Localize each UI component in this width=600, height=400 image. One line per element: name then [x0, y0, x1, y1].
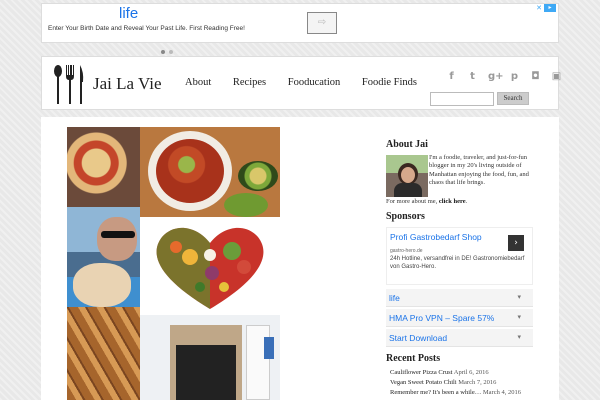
chevron-down-icon[interactable]: ▾ [517, 289, 521, 307]
recent-post-item[interactable]: Cauliflower Pizza Crust April 6, 2016 [390, 369, 489, 376]
main-nav: About Recipes Fooducation Foodie Finds [185, 77, 436, 88]
main-content: About Jai I'm a foodie, traveler, and ju… [41, 117, 559, 400]
site-header: Jai La Vie About Recipes Fooducation Foo… [41, 56, 561, 110]
ad-link-label[interactable]: HMA Pro VPN – Spare 57% [389, 313, 494, 323]
author-avatar[interactable] [386, 155, 428, 197]
social-links: f t g+ p ◘ ▣ [446, 66, 568, 84]
recent-post-title[interactable]: Cauliflower Pizza Crust [390, 369, 452, 376]
utensils-logo-icon[interactable] [52, 62, 88, 106]
sponsors-heading: Sponsors [386, 211, 425, 222]
recent-post-date: March 7, 2016 [458, 379, 497, 386]
facebook-icon[interactable]: f [446, 71, 457, 82]
about-heading: About Jai [386, 139, 428, 150]
recent-posts-heading: Recent Posts [386, 353, 441, 364]
about-text: I'm a foodie, traveler, and just-for-fun… [429, 154, 529, 187]
ad-link-row[interactable]: Start Download ▾ [386, 329, 533, 347]
sponsor-ad-go-icon[interactable]: › [508, 235, 524, 251]
about-more-prefix: For more about me, [386, 198, 439, 205]
nav-item-fooducation[interactable]: Fooducation [288, 77, 341, 88]
bread-photo[interactable] [67, 307, 140, 400]
ad-pager-dot-active[interactable] [161, 50, 165, 54]
recent-post-title[interactable]: Vegan Sweet Potato Chili [390, 379, 457, 386]
twitter-icon[interactable]: t [467, 71, 478, 82]
ad-arrow-button[interactable]: ⇨ [307, 12, 337, 34]
vegetable-heart-photo[interactable] [140, 217, 280, 315]
sponsor-ad-url[interactable]: gastro-hero.de [390, 248, 423, 254]
featured-photo-collage[interactable] [67, 127, 280, 400]
pizza-photo[interactable] [67, 127, 140, 207]
ad-choices-icon[interactable]: ▸ [544, 4, 556, 12]
top-ad-banner[interactable]: life Enter Your Birth Date and Reveal Yo… [41, 3, 559, 54]
recent-post-title[interactable]: Remember me? It's been a while… [390, 389, 481, 396]
ad-link-label[interactable]: life [389, 293, 400, 303]
flickr-icon[interactable]: ▣ [551, 71, 562, 82]
about-more-link[interactable]: click here [439, 198, 466, 205]
chevron-down-icon[interactable]: ▾ [517, 329, 521, 347]
recent-post-item[interactable]: Vegan Sweet Potato Chili March 7, 2016 [390, 379, 496, 386]
about-more-suffix: . [465, 198, 468, 205]
chevron-down-icon[interactable]: ▾ [517, 309, 521, 327]
recent-post-date: April 6, 2016 [453, 369, 489, 376]
search-button[interactable]: Search [497, 92, 529, 105]
instagram-icon[interactable]: ◘ [530, 71, 541, 82]
nav-item-recipes[interactable]: Recipes [233, 77, 266, 88]
google-plus-icon[interactable]: g+ [488, 71, 504, 82]
pinterest-icon[interactable]: p [509, 71, 520, 82]
kitchen-conversions-photo[interactable] [140, 315, 280, 400]
search-input[interactable] [430, 92, 494, 106]
nav-item-foodie-finds[interactable]: Foodie Finds [362, 77, 417, 88]
ad-link-row[interactable]: life ▾ [386, 289, 533, 307]
ad-title[interactable]: life [119, 5, 138, 22]
sponsor-ad-title[interactable]: Profi Gastrobedarf Shop [390, 232, 482, 242]
chili-bowl-photo[interactable] [140, 127, 280, 217]
ad-link-row[interactable]: HMA Pro VPN – Spare 57% ▾ [386, 309, 533, 327]
ad-close-icon[interactable]: ✕ [536, 4, 542, 12]
nav-item-about[interactable]: About [185, 77, 211, 88]
recent-post-date: March 4, 2016 [482, 389, 521, 396]
about-more: For more about me, click here. [386, 198, 467, 205]
ad-link-label[interactable]: Start Download [389, 333, 447, 343]
selfie-with-dog-photo[interactable] [67, 207, 140, 307]
ad-pager-dot[interactable] [169, 50, 173, 54]
site-logo-text[interactable]: Jai La Vie [93, 74, 162, 94]
sponsor-ad-description[interactable]: 24h Hotline, versandfrei in DE! Gastrono… [390, 256, 530, 271]
sponsor-ad[interactable]: Profi Gastrobedarf Shop gastro-hero.de 2… [386, 227, 533, 285]
ad-description[interactable]: Enter Your Birth Date and Reveal Your Pa… [48, 25, 245, 32]
recent-post-item[interactable]: Remember me? It's been a while… March 4,… [390, 389, 521, 396]
